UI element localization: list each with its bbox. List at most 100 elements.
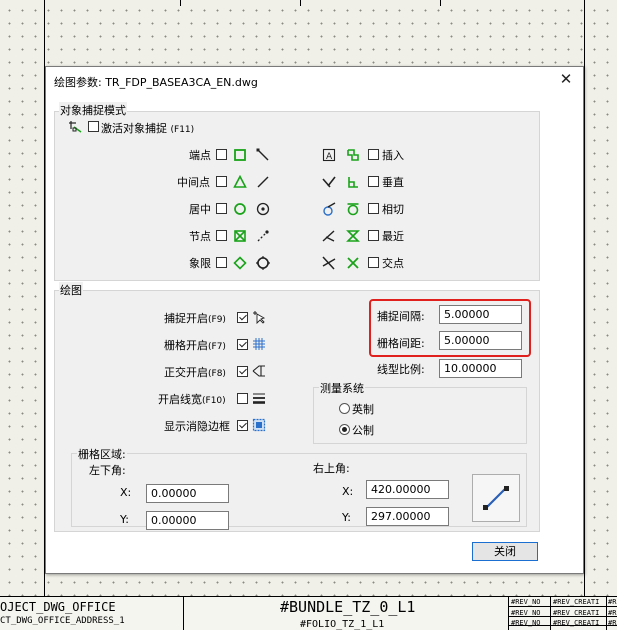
pick-line-icon (483, 486, 509, 510)
ur-x-label: X: (342, 485, 354, 498)
ll-x-label: X: (120, 486, 132, 499)
activate-osnap-label: 激活对象捕捉 (F11) (101, 122, 195, 135)
insert-marker-icon (347, 149, 359, 161)
hidden-frame-checkbox[interactable] (237, 420, 248, 431)
quadrant-marker-icon (233, 256, 247, 270)
drawing-group-label: 绘图 (59, 282, 83, 298)
ortho-icon (252, 365, 265, 377)
title-bundle: #BUNDLE_TZ_0_L1 (280, 598, 416, 616)
center-marker-icon (234, 203, 246, 215)
rev-creat: #REV_CREATI (553, 598, 600, 606)
osnap-quadrant-label: 象限 (189, 257, 211, 270)
hidden-frame-icon (252, 418, 266, 432)
linetype-scale-input[interactable]: 10.00000 (439, 359, 522, 378)
grid-icon (253, 338, 265, 350)
osnap-perpendicular-checkbox[interactable] (368, 176, 379, 187)
ll-y-input[interactable]: 0.00000 (146, 511, 229, 530)
hidden-frame-label: 显示消隐边框 (164, 420, 230, 433)
drawing-group: 绘图 捕捉开启(F9) 栅格开启(F7) 正交开启(F8) 开启线宽(F10) … (54, 282, 540, 532)
title-folio: #FOLIO_TZ_1_L1 (300, 619, 385, 630)
endpoint-line-icon (256, 148, 269, 161)
rev-no: #REV_NO (511, 619, 541, 627)
rev-creat: #REV_CREATI (553, 609, 600, 617)
grid-area-box (71, 453, 527, 527)
osnap-quadrant-checkbox[interactable] (216, 257, 227, 268)
osnap-nearest-checkbox[interactable] (368, 230, 379, 241)
osnap-node-checkbox[interactable] (216, 230, 227, 241)
snap-cursor-icon (253, 311, 266, 324)
rev-b: #R (608, 609, 617, 617)
ll-y-label: Y: (120, 513, 129, 526)
ur-x-input[interactable]: 420.00000 (366, 480, 449, 499)
ortho-on-checkbox[interactable] (237, 366, 248, 377)
spacing-highlight-box (369, 299, 531, 357)
perpendicular-line-icon (322, 176, 336, 188)
drawing-frame-right (584, 0, 585, 629)
rev-b: #R (608, 598, 617, 606)
drawing-frame-top-tick (440, 0, 441, 6)
midpoint-line-icon (257, 176, 269, 188)
rev-no: #REV_NO (511, 609, 541, 617)
upper-right-label: 右上角: (313, 462, 350, 475)
osnap-midpoint-label: 中间点 (177, 176, 210, 189)
midpoint-marker-icon (233, 175, 247, 188)
osnap-perpendicular-label: 垂直 (382, 176, 404, 189)
grid-on-checkbox[interactable] (237, 339, 248, 350)
activate-osnap-checkbox[interactable] (88, 121, 99, 132)
osnap-group-label: 对象捕捉模式 (59, 102, 127, 118)
lineweight-on-checkbox[interactable] (237, 393, 248, 404)
grid-on-label: 栅格开启(F7) (164, 339, 226, 352)
intersection-marker-icon (347, 257, 359, 269)
ortho-on-label: 正交开启(F8) (164, 366, 226, 379)
pick-area-button[interactable] (472, 474, 520, 522)
node-point-icon (257, 230, 269, 242)
lineweight-icon (253, 393, 265, 404)
osnap-tangent-label: 相切 (382, 203, 404, 216)
osnap-insert-label: 插入 (382, 149, 404, 162)
quadrant-circle-icon (256, 256, 270, 270)
osnap-intersection-checkbox[interactable] (368, 257, 379, 268)
osnap-insert-checkbox[interactable] (368, 149, 379, 160)
dialog-title: 绘图参数: TR_FDP_BASEA3CA_EN.dwg (54, 76, 258, 89)
measure-system-label: 测量系统 (319, 380, 365, 396)
tangent-line-icon (323, 202, 336, 216)
osnap-midpoint-checkbox[interactable] (216, 176, 227, 187)
snap-on-label: 捕捉开启(F9) (164, 312, 226, 325)
drawing-frame-top-tick (300, 0, 301, 6)
rev-no: #REV_NO (511, 598, 541, 606)
nearest-marker-icon (346, 230, 360, 242)
title-office: OJECT_DWG_OFFICE (0, 600, 116, 614)
ur-y-input[interactable]: 297.00000 (366, 507, 449, 526)
lower-left-label: 左下角: (89, 464, 126, 477)
osnap-center-checkbox[interactable] (216, 203, 227, 214)
endpoint-marker-icon (234, 149, 246, 161)
rev-b: #R (608, 619, 617, 627)
osnap-tangent-checkbox[interactable] (368, 203, 379, 214)
osnap-endpoint-label: 端点 (189, 149, 211, 162)
osnap-intersection-label: 交点 (382, 257, 404, 270)
osnap-nearest-label: 最近 (382, 230, 404, 243)
imperial-label: 英制 (352, 403, 374, 416)
osnap-settings-icon (69, 121, 82, 133)
osnap-endpoint-checkbox[interactable] (216, 149, 227, 160)
nearest-line-icon (322, 230, 335, 242)
rev-creat: #REV_CREATI (553, 619, 600, 627)
imperial-radio[interactable] (339, 403, 350, 414)
close-button[interactable]: 关闭 (472, 542, 538, 561)
snap-on-checkbox[interactable] (237, 312, 248, 323)
metric-radio[interactable] (339, 424, 350, 435)
tangent-marker-icon (347, 203, 359, 216)
drawing-frame-top-tick (180, 0, 181, 6)
drawing-settings-dialog: 绘图参数: TR_FDP_BASEA3CA_EN.dwg ✕ 对象捕捉模式 激活… (45, 66, 584, 574)
ll-x-input[interactable]: 0.00000 (146, 484, 229, 503)
linetype-scale-label: 线型比例: (377, 363, 425, 376)
lineweight-on-label: 开启线宽(F10) (158, 393, 226, 406)
center-circle-icon (256, 202, 270, 216)
title-office-address: CT_DWG_OFFICE_ADDRESS_1 (0, 616, 125, 626)
metric-label: 公制 (352, 424, 374, 437)
close-icon[interactable]: ✕ (557, 70, 575, 88)
intersection-line-icon (322, 256, 336, 270)
svg-text:A: A (326, 152, 333, 162)
osnap-center-label: 居中 (189, 203, 211, 216)
grid-area-label: 栅格区域: (77, 446, 127, 462)
